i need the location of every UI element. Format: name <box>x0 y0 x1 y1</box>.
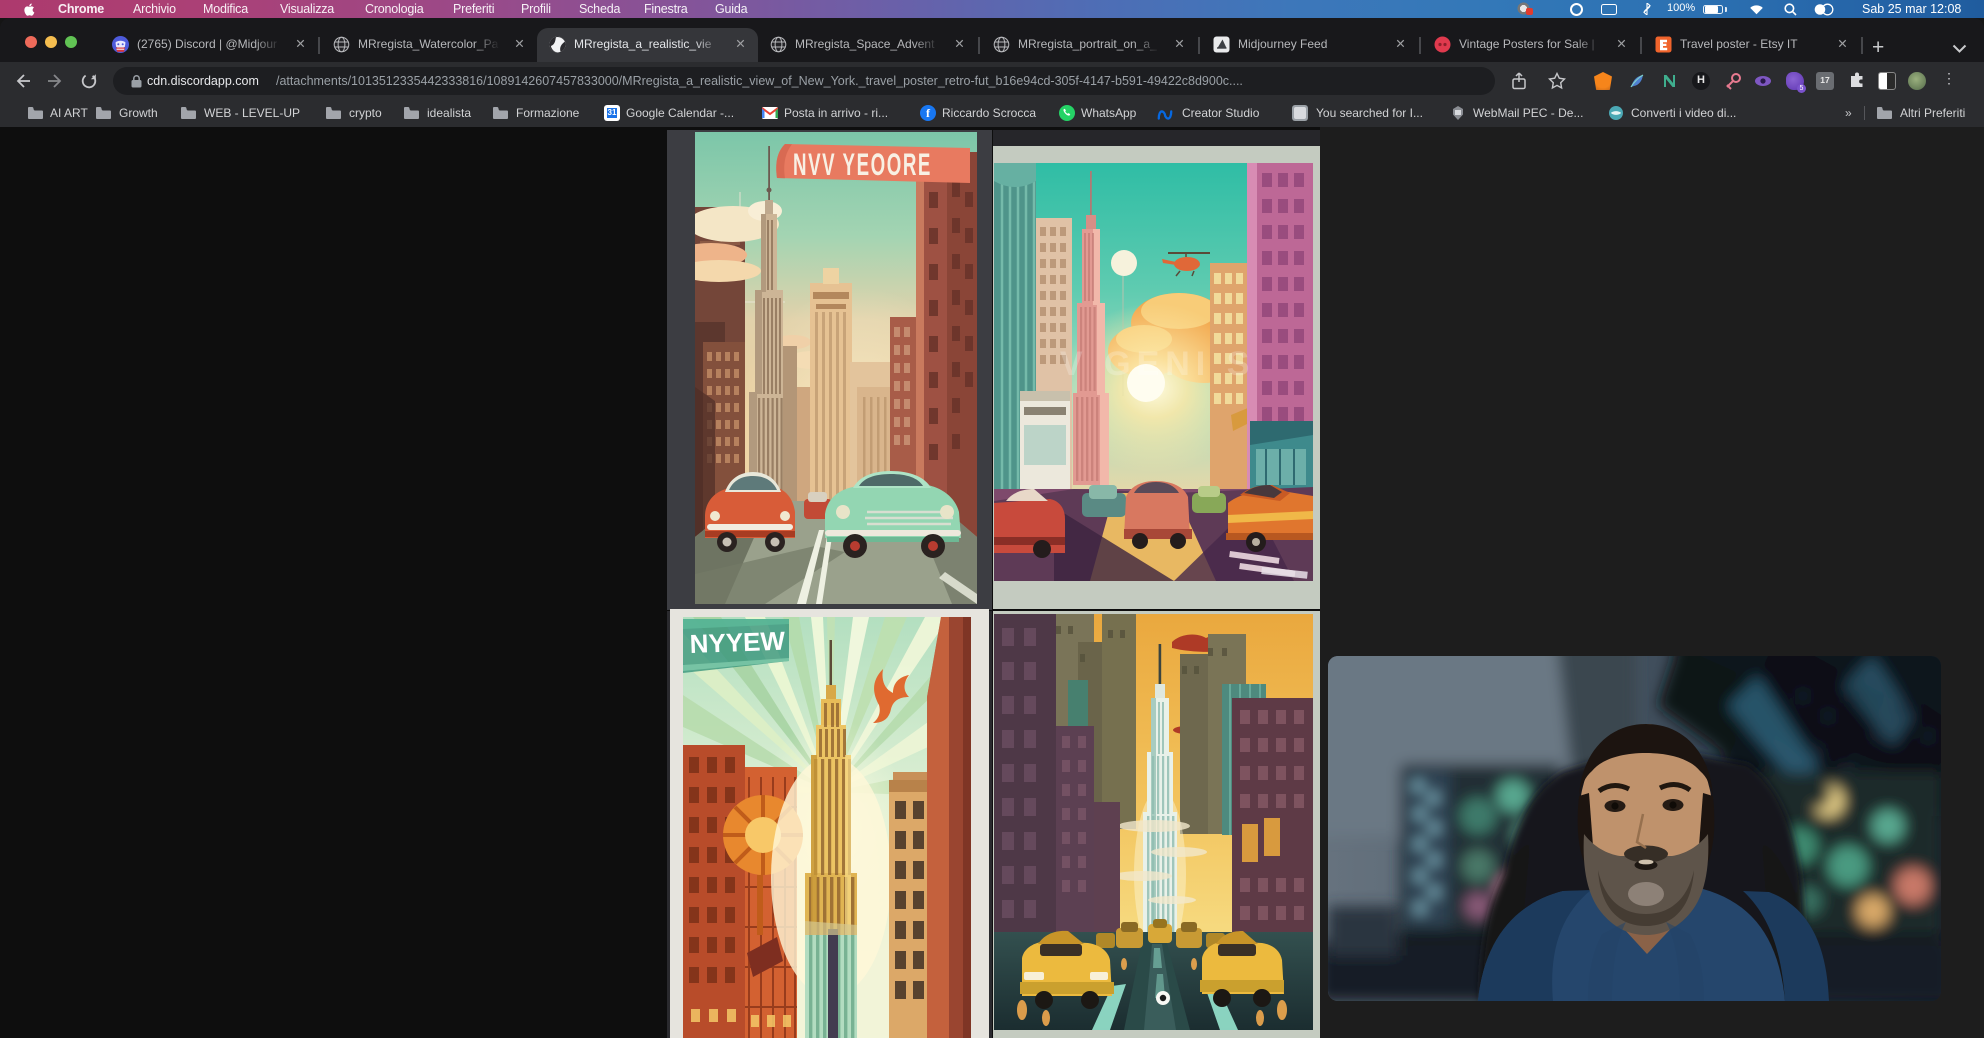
svg-text:NVV YEOORE: NVV YEOORE <box>793 146 932 183</box>
svg-text:NYYEW: NYYEW <box>689 626 786 659</box>
svg-text:V GENI S: V GENI S <box>1060 345 1255 383</box>
